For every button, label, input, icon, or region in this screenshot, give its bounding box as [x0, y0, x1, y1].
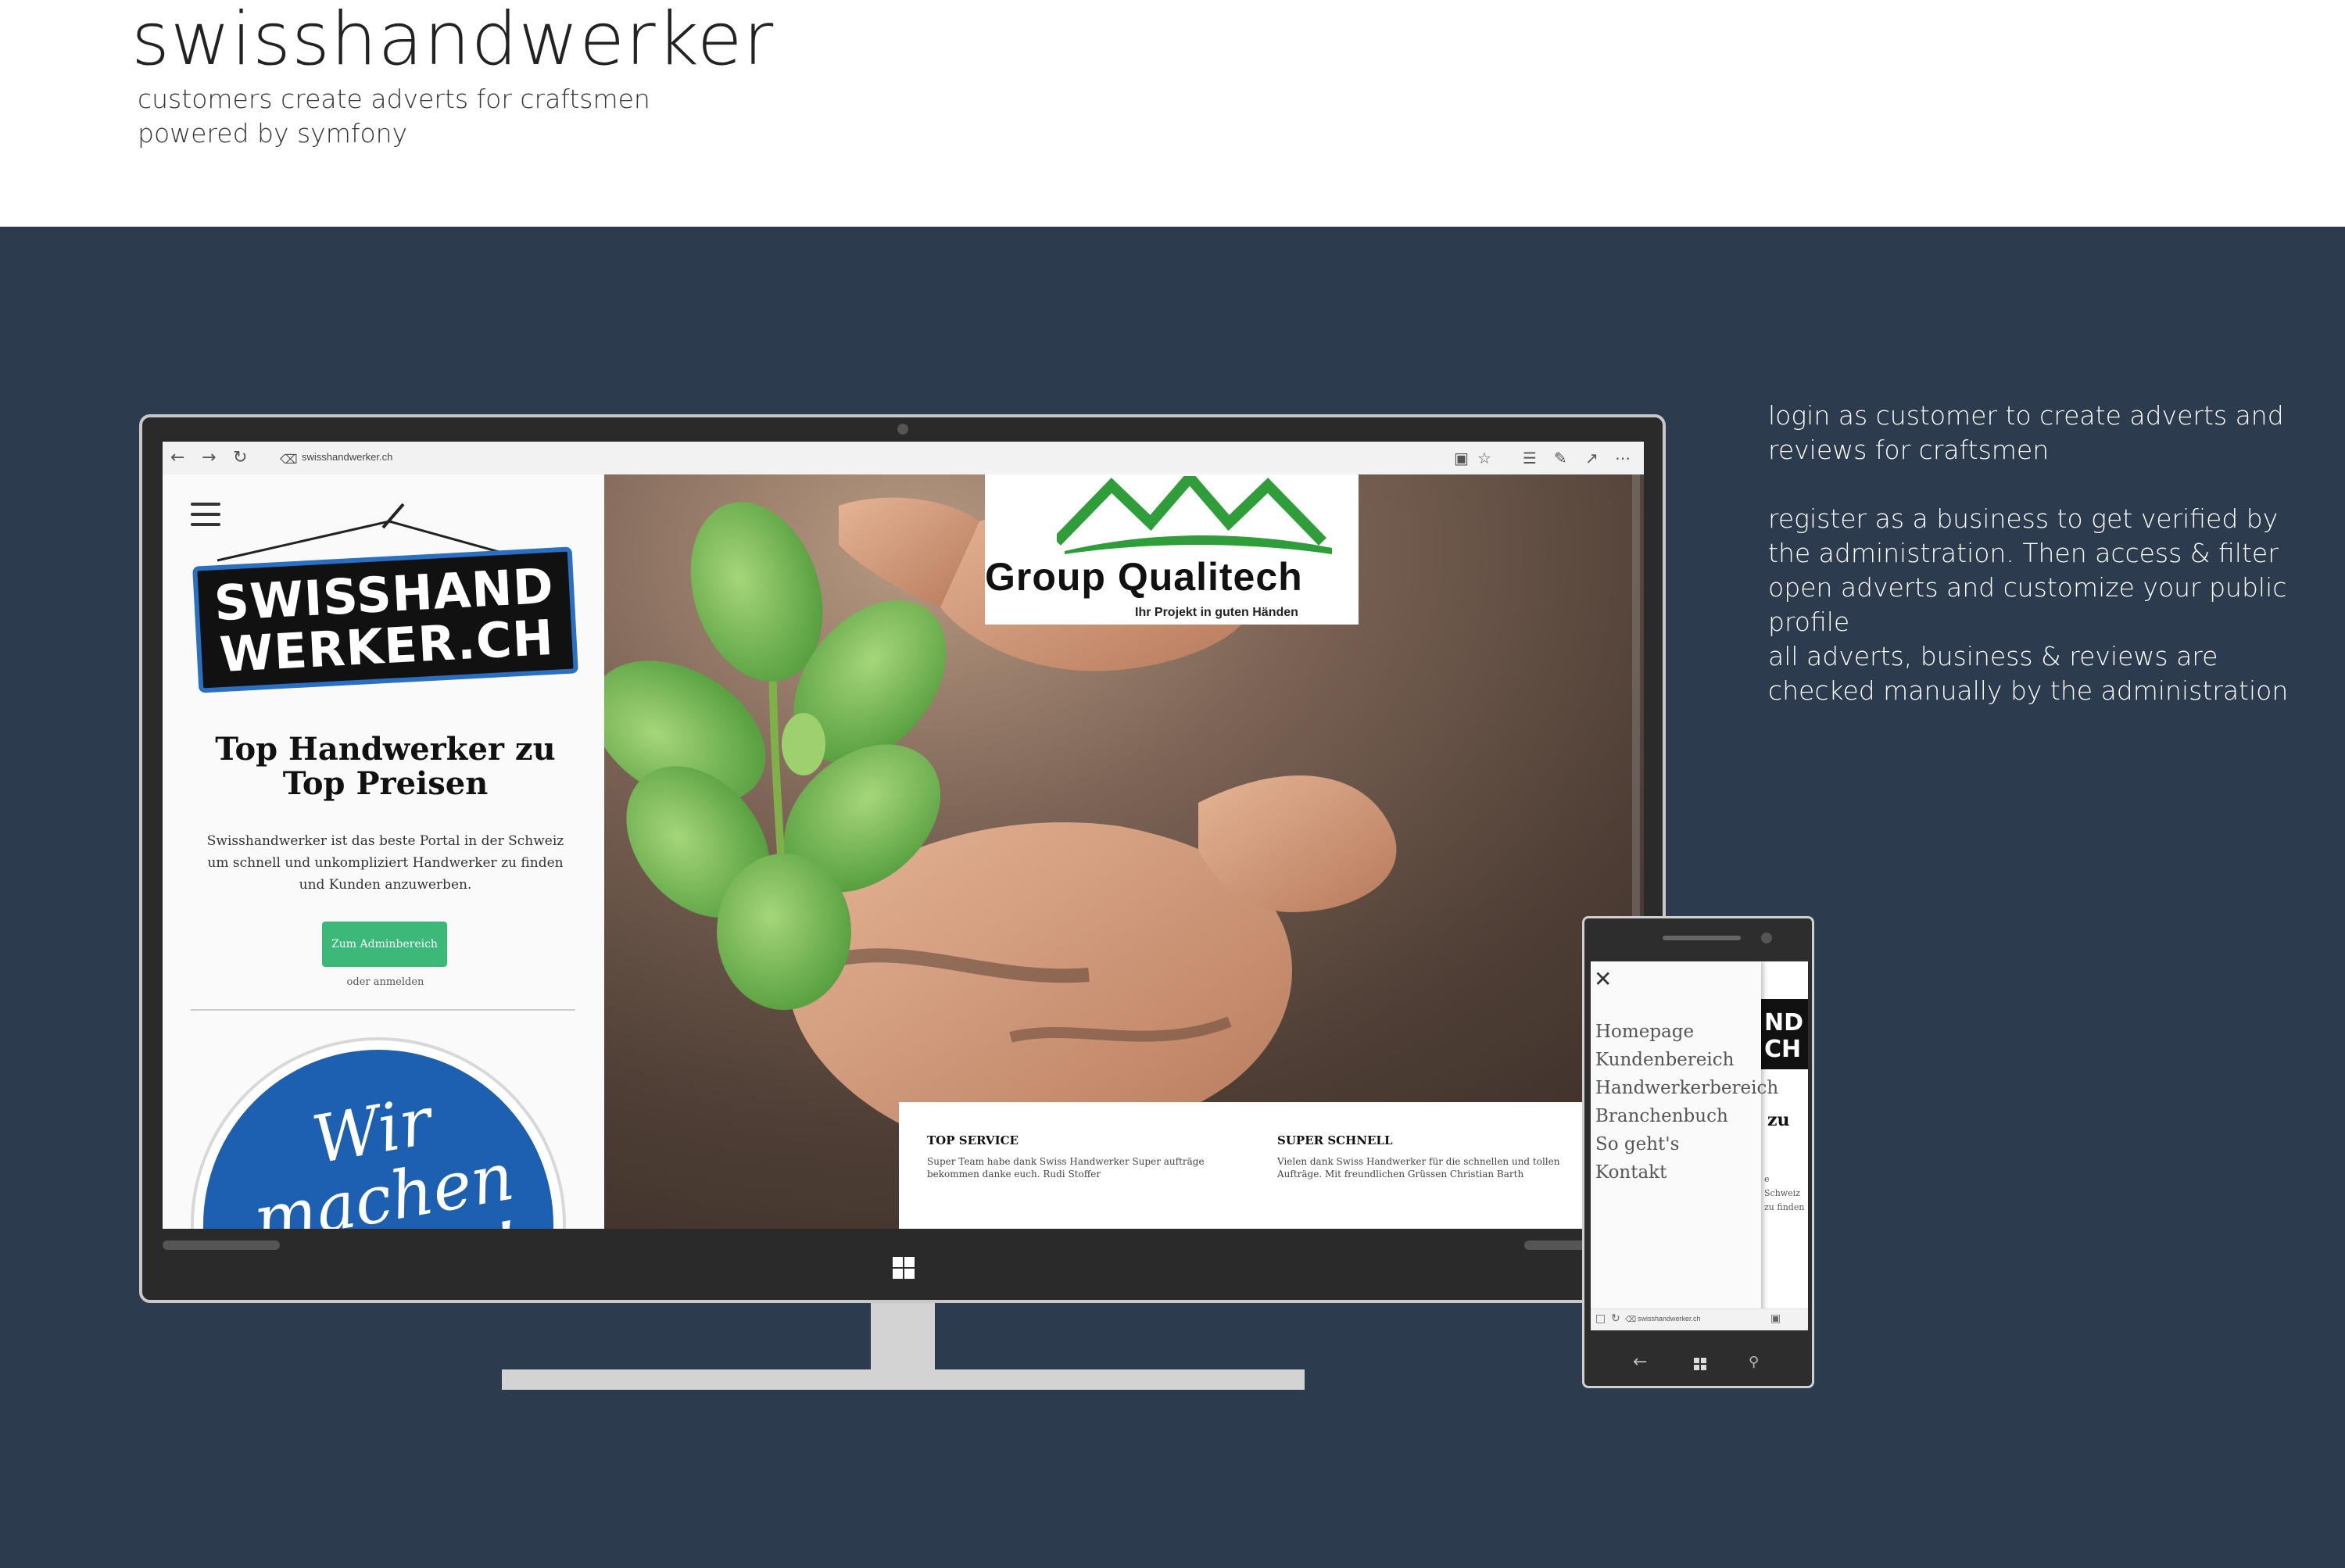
site-left-column: SWISSHAND WERKER.CH Top Handwerker zu To…	[163, 474, 604, 1229]
testimonial-text: Vielen dank Swiss Handwerker für die sch…	[1277, 1156, 1560, 1180]
nav-item-so-gehts[interactable]: So geht's	[1595, 1130, 1778, 1158]
phone-search-icon[interactable]: ⚲	[1749, 1353, 1759, 1372]
back-icon[interactable]: ←	[170, 449, 184, 467]
page-subtitle-tech: powered by symfony	[138, 118, 408, 149]
webcam-icon	[897, 424, 908, 435]
description-customers: login as customer to create adverts and …	[1768, 400, 2284, 465]
phone-address-bar[interactable]: swisshandwerker.ch	[1638, 1315, 1701, 1323]
mobile-phone: ND CH zu e Schweiz zu finden ✕ Homepage …	[1582, 916, 1814, 1388]
favorite-star-icon[interactable]: ☆	[1477, 449, 1491, 467]
nav-item-kontakt[interactable]: Kontakt	[1595, 1158, 1778, 1187]
browser-toolbar: ← → ↻ ⌫ swisshandwerker.ch ▣ ☆ ☰ ✎ ↗ ⋯	[163, 442, 1644, 475]
tabs-icon[interactable]: □	[1595, 1312, 1606, 1325]
login-link[interactable]: oder anmelden	[303, 976, 467, 988]
forward-icon[interactable]: →	[202, 449, 216, 467]
share-icon[interactable]: ↗	[1585, 449, 1599, 467]
nav-item-kundenbereich[interactable]: Kundenbereich	[1595, 1046, 1778, 1074]
notes-pen-icon[interactable]: ✎	[1554, 449, 1567, 467]
nav-item-homepage[interactable]: Homepage	[1595, 1018, 1778, 1046]
reading-view-icon[interactable]: ▣	[1454, 449, 1469, 467]
sponsor-tagline: Ihr Projekt in guten Händen	[1135, 606, 1298, 619]
address-bar[interactable]: swisshandwerker.ch	[302, 451, 392, 463]
nav-item-handwerkerbereich[interactable]: Handwerkerbereich	[1595, 1074, 1778, 1102]
hub-icon[interactable]: ☰	[1523, 449, 1537, 467]
site-logo[interactable]: SWISSHAND WERKER.CH	[192, 546, 578, 693]
monitor-stand-neck	[871, 1303, 935, 1370]
lock-icon: ⌫	[280, 452, 298, 467]
hero-description: Swisshandwerker ist das beste Portal in …	[206, 833, 564, 893]
more-icon[interactable]: ⋯	[1615, 449, 1631, 467]
lock-icon: ⌫	[1625, 1316, 1637, 1324]
refresh-icon[interactable]: ↻	[233, 449, 247, 467]
testimonial-text: Super Team habe dank Swiss Handwerker Su…	[927, 1156, 1205, 1180]
hero-title: Top Handwerker zu Top Preisen	[215, 731, 556, 802]
description-moderation: all adverts, business & reviews are chec…	[1768, 641, 2289, 706]
phone-nav-list: Homepage Kundenbereich Handwerkerbereich…	[1595, 1018, 1778, 1187]
admin-area-button[interactable]: Zum Adminbereich	[322, 922, 447, 967]
testimonial-title: TOP SERVICE	[927, 1133, 1019, 1147]
page-subtitle: customers create adverts for craftsmen	[138, 84, 650, 114]
roof-logo-icon	[1057, 476, 1332, 554]
bezel-bar-left	[163, 1240, 280, 1250]
testimonials-card: TOP SERVICE Super Team habe dank Swiss H…	[899, 1102, 1593, 1229]
testimonial-item: TOP SERVICE Super Team habe dank Swiss H…	[927, 1133, 1232, 1180]
phone-windows-icon[interactable]	[1694, 1358, 1706, 1370]
monitor-stand-foot	[502, 1369, 1305, 1390]
windows-logo-icon	[893, 1257, 915, 1279]
description-business: register as a business to get verified b…	[1768, 503, 2287, 637]
page-title: swisshandwerker	[131, 0, 775, 82]
close-icon[interactable]: ✕	[1594, 968, 1612, 991]
sponsor-logo-qualitech[interactable]: Group Qualitech Ihr Projekt in guten Hän…	[985, 474, 1359, 625]
testimonial-item: SUPER SCHNELL Vielen dank Swiss Handwerk…	[1277, 1133, 1582, 1180]
testimonial-title: SUPER SCHNELL	[1277, 1133, 1393, 1147]
phone-browser-bar: □ ↻ ⌫ swisshandwerker.ch ▣	[1591, 1308, 1808, 1330]
nav-item-branchenbuch[interactable]: Branchenbuch	[1595, 1102, 1778, 1130]
phone-camera-icon	[1761, 933, 1772, 943]
promo-badge: Wir machen für Sie!	[191, 1037, 566, 1229]
phone-screen: ND CH zu e Schweiz zu finden ✕ Homepage …	[1591, 961, 1808, 1330]
desktop-screen: ← → ↻ ⌫ swisshandwerker.ch ▣ ☆ ☰ ✎ ↗ ⋯ S…	[163, 442, 1644, 1229]
phone-back-icon[interactable]: ←	[1633, 1353, 1647, 1372]
sponsor-name: Group Qualitech	[985, 555, 1303, 599]
phone-speaker	[1663, 936, 1741, 940]
divider	[191, 1009, 575, 1011]
phone-nav-drawer: ✕ Homepage Kundenbereich Handwerkerberei…	[1591, 961, 1778, 1330]
reading-view-icon[interactable]: ▣	[1770, 1312, 1781, 1325]
refresh-icon[interactable]: ↻	[1611, 1312, 1620, 1325]
